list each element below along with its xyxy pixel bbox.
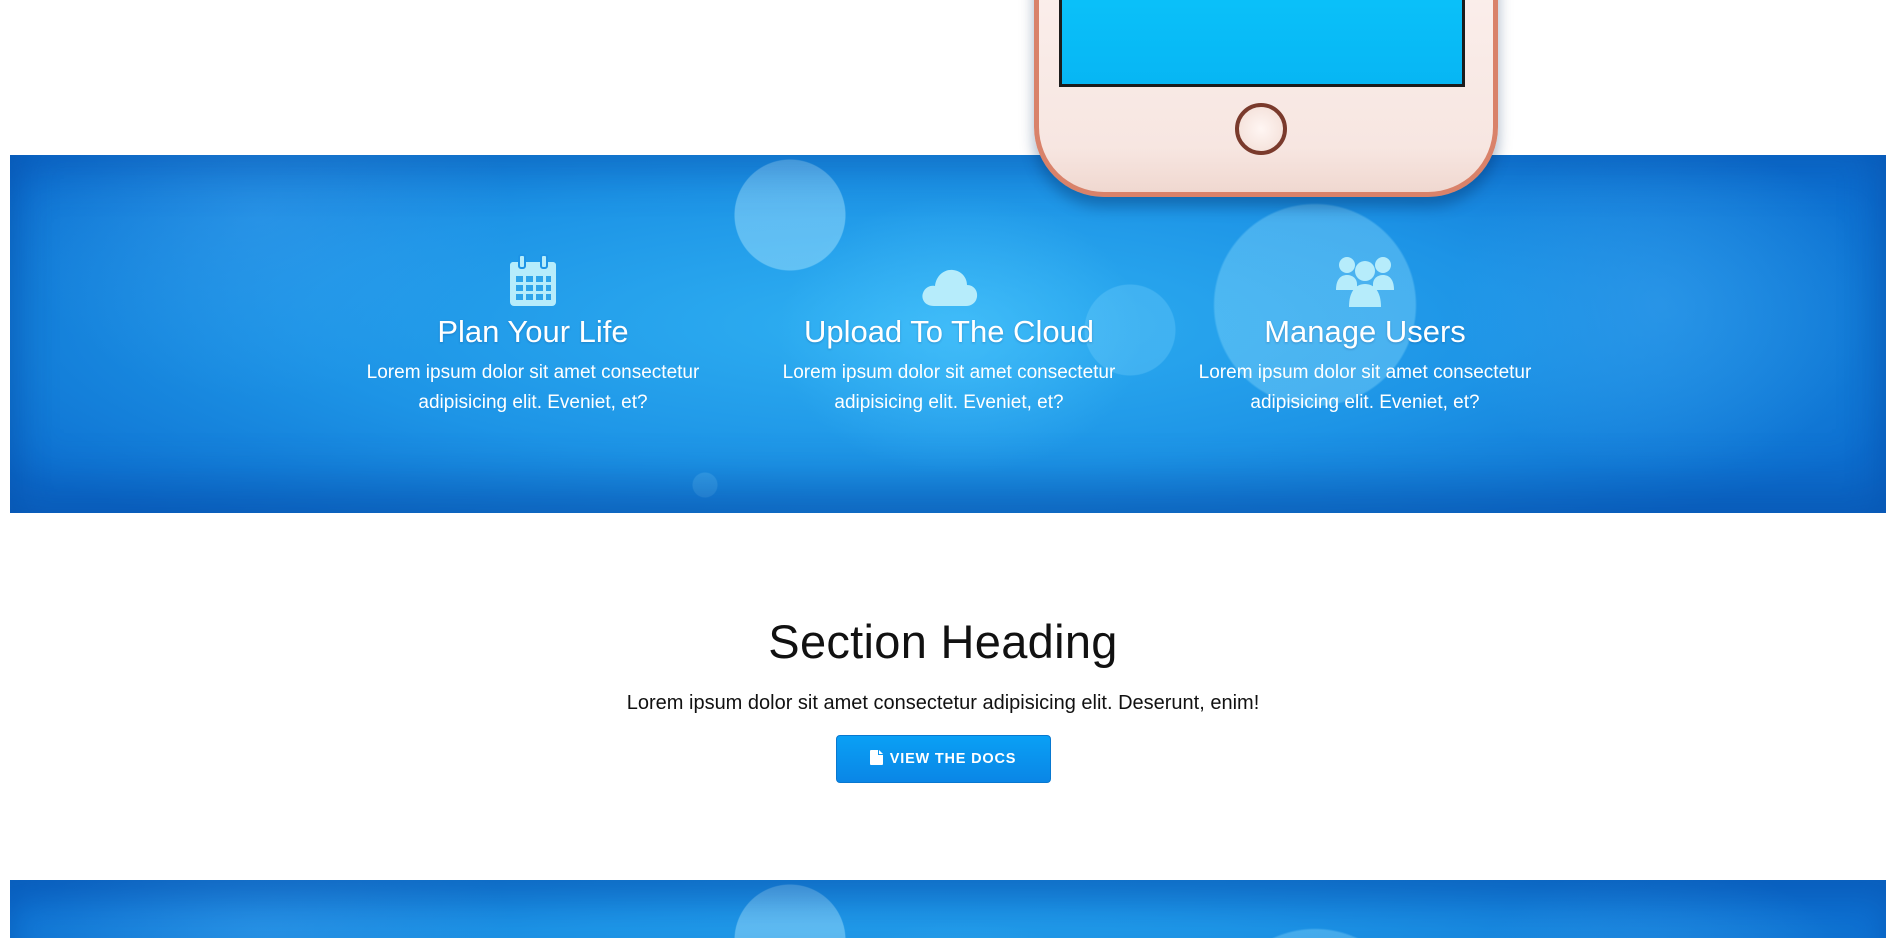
feature-title: Upload To The Cloud [803, 314, 1095, 349]
feature-cloud: Upload To The Cloud Lorem ipsum dolor si… [749, 252, 1149, 418]
feature-title: Plan Your Life [437, 314, 629, 349]
feature-users: Manage Users Lorem ipsum dolor sit amet … [1165, 252, 1565, 418]
feature-description: Lorem ipsum dolor sit amet consectetur a… [366, 362, 700, 413]
cloud-icon [749, 252, 1149, 308]
feature-description: Lorem ipsum dolor sit amet consectetur a… [782, 362, 1116, 413]
feature-title: Manage Users [1264, 314, 1466, 349]
calendar-icon [333, 252, 733, 308]
section-heading: Section Heading [768, 615, 1118, 668]
phone-mockup-image [1034, 0, 1498, 197]
view-docs-button[interactable]: VIEW THE DOCS [835, 735, 1051, 783]
section-text: Lorem ipsum dolor sit amet consectetur a… [626, 692, 1260, 714]
users-icon [1165, 252, 1565, 308]
feature-description: Lorem ipsum dolor sit amet consectetur a… [1198, 362, 1532, 413]
features-row: Plan Your Life Lorem ipsum dolor sit ame… [0, 252, 1886, 422]
docs-section: Section Heading Lorem ipsum dolor sit am… [0, 612, 1886, 783]
phone-home-button [1235, 103, 1287, 155]
feature-plan: Plan Your Life Lorem ipsum dolor sit ame… [333, 252, 733, 418]
file-icon [869, 749, 883, 769]
bottom-band [10, 880, 1886, 938]
view-docs-label: VIEW THE DOCS [889, 751, 1017, 767]
phone-screen [1059, 0, 1465, 87]
